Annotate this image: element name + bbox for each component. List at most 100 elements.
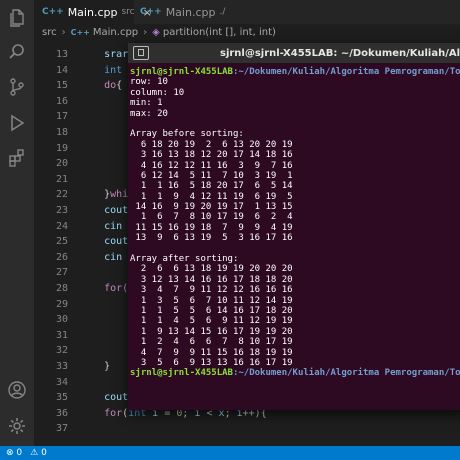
terminal-line: 6 18 20 19 2 6 13 20 20 19 bbox=[130, 139, 293, 150]
line-number: 31 bbox=[55, 329, 68, 341]
search-icon[interactable] bbox=[7, 42, 27, 62]
line-number: 19 bbox=[55, 142, 68, 154]
terminal-line: Array after sorting: bbox=[130, 254, 239, 265]
code-line: } bbox=[80, 361, 111, 372]
terminal-line: 4 7 9 9 11 15 16 18 19 19 bbox=[130, 347, 293, 358]
warnings-status[interactable]: ⚠ 0 bbox=[30, 448, 47, 458]
tab-path: src bbox=[121, 7, 135, 17]
terminal-line: 1 1 5 5 6 14 16 17 18 20 bbox=[130, 305, 293, 316]
line-number: 20 bbox=[55, 158, 68, 170]
tab-main-cpp-root[interactable]: C++ Main.cpp ./ bbox=[134, 0, 228, 24]
source-control-icon[interactable] bbox=[7, 77, 27, 97]
warning-count: 0 bbox=[41, 448, 47, 458]
terminal-line: 11 15 16 19 18 7 9 9 4 19 bbox=[130, 222, 293, 233]
explorer-icon[interactable] bbox=[7, 8, 27, 28]
line-number: 34 bbox=[55, 376, 68, 388]
line-number: 32 bbox=[55, 345, 68, 357]
terminal-prompt: sjrnl@sjrnl-X455LAB:~/Dokumen/Kuliah/Alg… bbox=[130, 368, 460, 379]
terminal-line: 4 16 12 12 11 16 3 9 7 16 bbox=[130, 160, 293, 171]
cpp-file-icon: C++ bbox=[70, 27, 90, 37]
terminal-line: 1 1 9 4 12 11 19 6 19 5 bbox=[130, 191, 293, 202]
line-number: 17 bbox=[55, 111, 68, 123]
terminal-window[interactable]: sjrnl@sjrnl-X455LAB: ~/Dokumen/Kuliah/Al… bbox=[128, 43, 460, 410]
code-line: cout bbox=[80, 205, 129, 216]
line-number: 24 bbox=[55, 220, 68, 232]
line-number: 21 bbox=[55, 173, 68, 185]
terminal-line: row: 10 bbox=[130, 77, 168, 88]
chevron-right-icon: › bbox=[143, 26, 148, 38]
terminal-prompt: sjrnl@sjrnl-X455LAB:~/Dokumen/Kuliah/Alg… bbox=[130, 67, 460, 77]
chevron-right-icon: › bbox=[61, 26, 66, 38]
tab-path: ./ bbox=[219, 7, 226, 17]
terminal-line: 3 12 13 14 16 16 17 18 18 20 bbox=[130, 274, 293, 285]
terminal-line: 1 1 16 5 18 20 17 6 5 14 bbox=[130, 181, 293, 192]
new-tab-icon[interactable] bbox=[133, 46, 149, 60]
terminal-line: 3 4 7 9 11 12 12 16 16 16 bbox=[130, 285, 293, 296]
line-number: 37 bbox=[55, 423, 68, 435]
line-number: 28 bbox=[55, 283, 68, 294]
terminal-title: sjrnl@sjrnl-X455LAB: ~/Dokumen/Kuliah/Al… bbox=[220, 47, 460, 59]
status-bar: ⊗ 0 ⚠ 0 bbox=[0, 446, 460, 460]
line-number: 16 bbox=[55, 95, 68, 107]
line-number: 33 bbox=[55, 361, 68, 372]
line-number: 14 bbox=[55, 64, 68, 76]
editor-tabs: C++ Main.cpp src × C++ Main.cpp ./ bbox=[34, 0, 460, 24]
cpp-file-icon: C++ bbox=[42, 7, 64, 17]
terminal-line: min: 1 bbox=[130, 98, 163, 109]
terminal-titlebar[interactable]: sjrnl@sjrnl-X455LAB: ~/Dokumen/Kuliah/Al… bbox=[128, 43, 460, 63]
breadcrumb-file[interactable]: Main.cpp bbox=[93, 27, 138, 38]
breadcrumb-symbol[interactable]: partition(int [], int, int) bbox=[163, 27, 276, 38]
function-symbol-icon: ◈ bbox=[152, 26, 160, 38]
settings-gear-icon[interactable] bbox=[7, 416, 27, 436]
error-icon: ⊗ bbox=[6, 448, 14, 458]
line-number: 36 bbox=[55, 407, 68, 419]
breadcrumb: src › C++ Main.cpp › ◈ partition(int [],… bbox=[34, 24, 460, 40]
code-line: cout bbox=[80, 236, 129, 248]
line-number-gutter: 13 14 15 16 17 18 19 20 21 22 23 24 25 26 27 28 29 30 31 32… bbox=[34, 40, 80, 446]
code-line: do{ bbox=[80, 80, 123, 92]
terminal-output[interactable]: sjrnl@sjrnl-X455LAB:~/Dokumen/Kuliah/Alg… bbox=[130, 67, 460, 410]
line-number: 18 bbox=[55, 127, 68, 138]
activity-bar bbox=[0, 0, 34, 446]
breadcrumb-folder[interactable]: src bbox=[42, 27, 57, 38]
tab-label: Main.cpp bbox=[67, 5, 118, 19]
line-number: 22 bbox=[55, 189, 68, 201]
terminal-line: 3 16 13 18 12 20 17 14 18 16 bbox=[130, 150, 293, 161]
cpp-file-icon: C++ bbox=[140, 7, 162, 17]
tab-label: Main.cpp bbox=[165, 5, 216, 19]
line-number: 35 bbox=[55, 392, 68, 404]
tab-main-cpp-src[interactable]: C++ Main.cpp src × bbox=[34, 0, 152, 24]
line-number: 30 bbox=[55, 314, 68, 326]
account-icon[interactable] bbox=[7, 380, 27, 400]
extensions-icon[interactable] bbox=[7, 148, 27, 168]
errors-status[interactable]: ⊗ 0 bbox=[6, 448, 22, 458]
terminal-line: Array before sorting: bbox=[130, 129, 244, 140]
run-debug-icon[interactable] bbox=[7, 113, 27, 133]
code-line: srar bbox=[80, 49, 129, 60]
terminal-line: 13 9 6 13 19 5 3 16 17 16 bbox=[130, 233, 293, 244]
line-number: 15 bbox=[55, 80, 68, 92]
terminal-line: 2 6 6 13 18 19 19 20 20 20 bbox=[130, 264, 293, 275]
terminal-line: max: 20 bbox=[130, 108, 168, 119]
line-number: 27 bbox=[55, 267, 68, 279]
line-number: 13 bbox=[55, 49, 68, 60]
line-number: 26 bbox=[55, 251, 68, 263]
line-number: 23 bbox=[55, 205, 68, 216]
terminal-line: 1 6 7 8 10 17 19 6 2 4 bbox=[130, 212, 293, 223]
terminal-line: 1 3 5 6 7 10 11 12 14 19 bbox=[130, 295, 293, 306]
terminal-line: 14 16 9 19 20 19 17 1 13 15 bbox=[130, 202, 293, 213]
code-line: for( bbox=[80, 283, 129, 294]
terminal-line: 1 2 4 6 6 7 8 10 17 19 bbox=[130, 337, 293, 348]
code-line: cin bbox=[80, 220, 123, 232]
code-line: cin bbox=[80, 251, 123, 263]
terminal-line: column: 10 bbox=[130, 87, 185, 98]
warning-icon: ⚠ bbox=[30, 448, 39, 458]
line-number: 29 bbox=[55, 298, 68, 310]
terminal-line: 1 9 13 14 15 16 17 19 19 20 bbox=[130, 326, 293, 337]
terminal-line: 6 12 14 5 11 7 10 3 19 1 bbox=[130, 170, 293, 181]
code-line: }whi bbox=[80, 189, 129, 201]
terminal-line: 3 5 6 9 13 13 16 16 17 19 bbox=[130, 357, 293, 368]
code-line: int bbox=[80, 64, 123, 76]
